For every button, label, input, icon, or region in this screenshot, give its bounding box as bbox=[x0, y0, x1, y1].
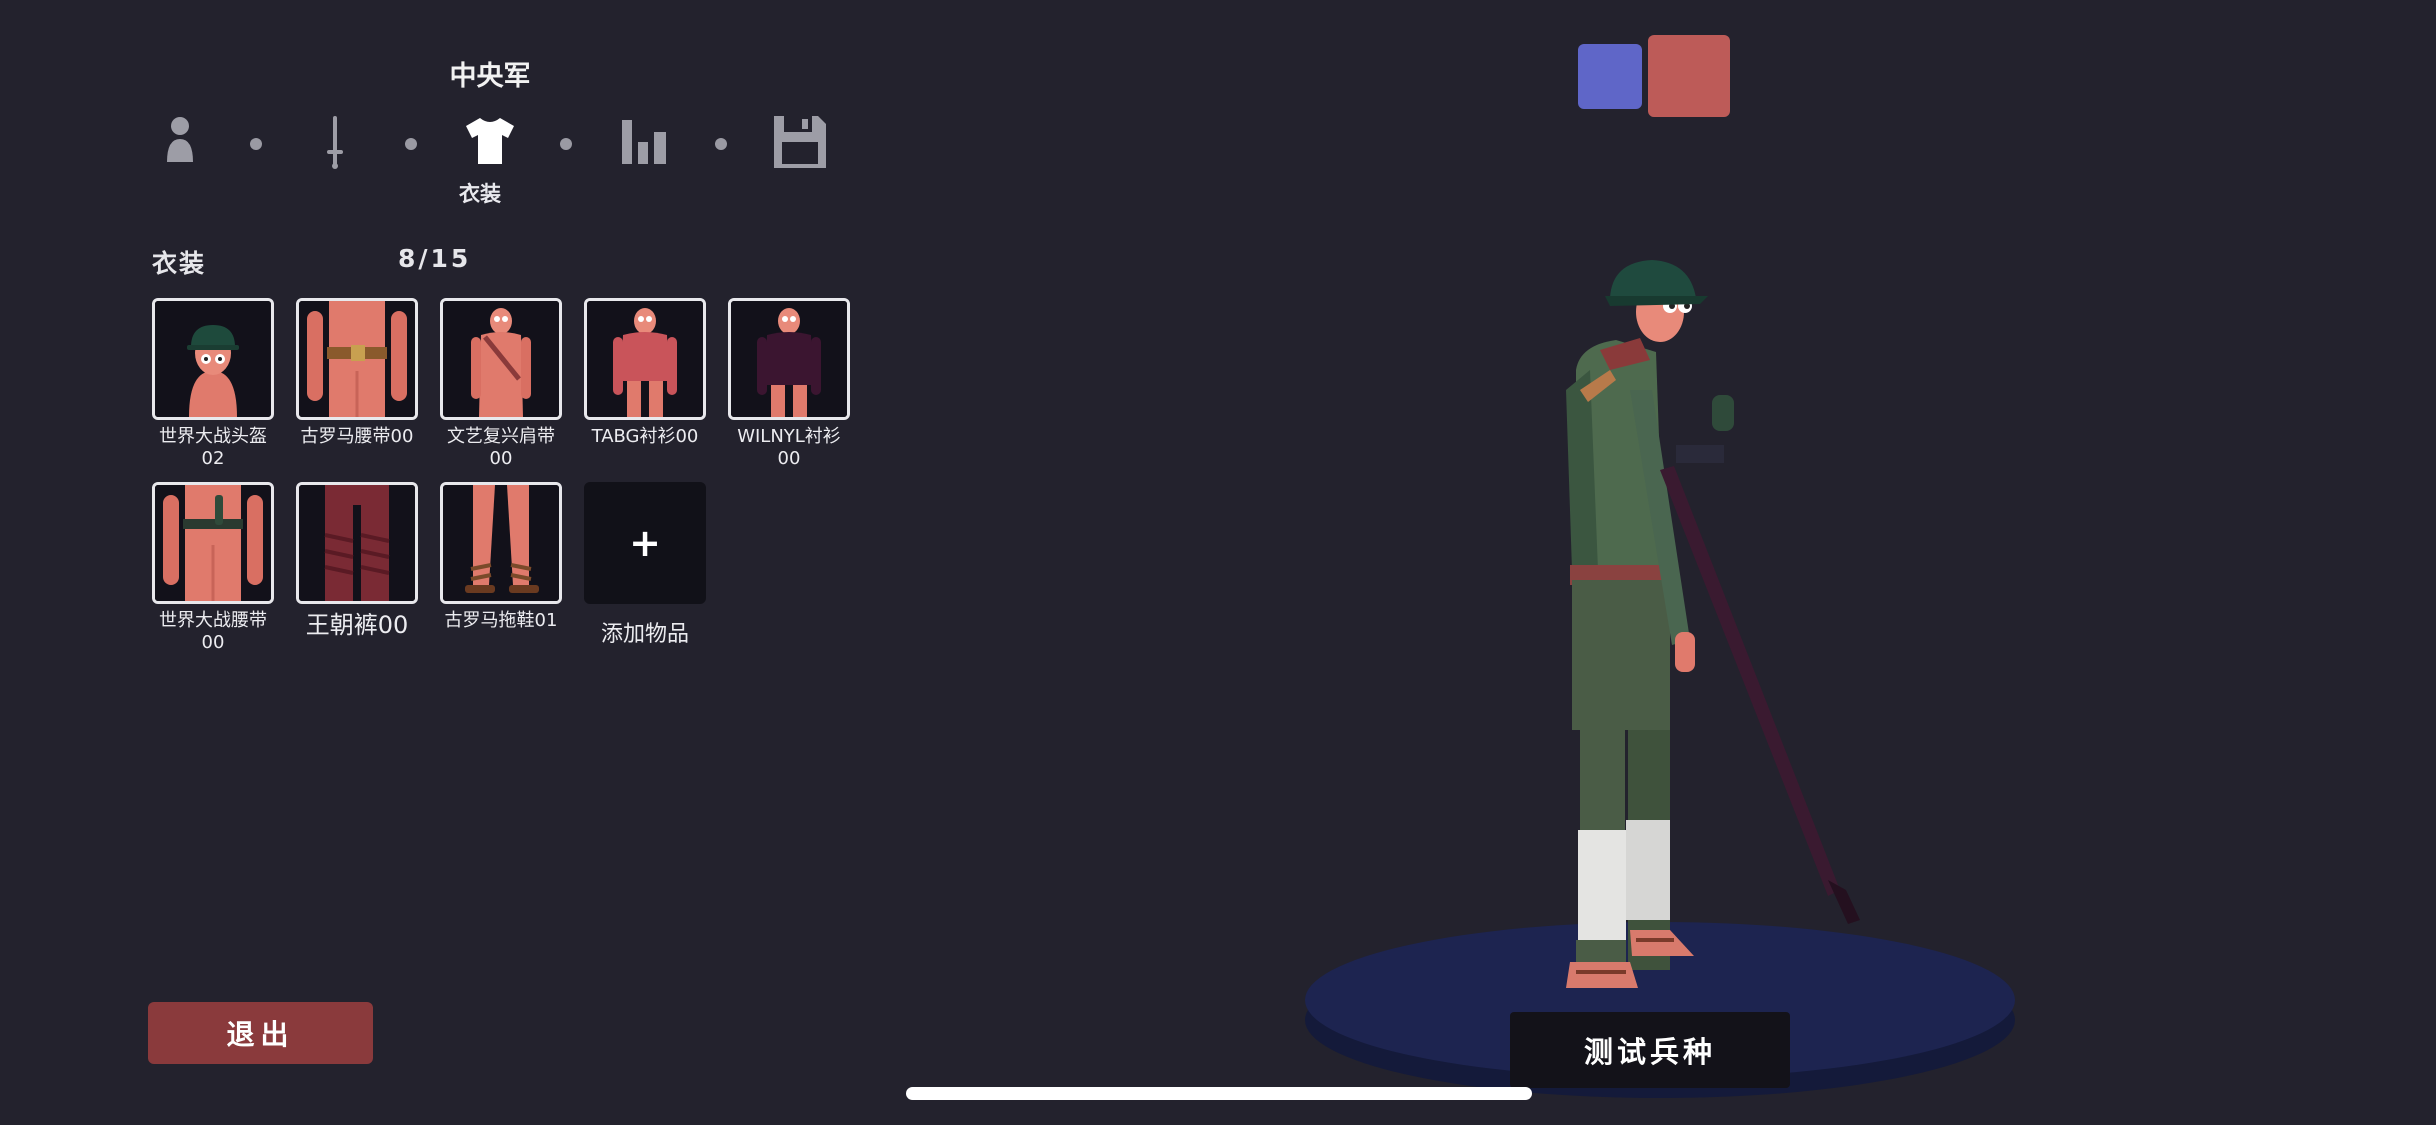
exit-button[interactable]: 退出 bbox=[148, 1002, 373, 1064]
clothing-item-label: 古罗马拖鞋01 bbox=[444, 610, 558, 631]
person-icon[interactable] bbox=[150, 112, 210, 172]
clothing-item-label: 王朝裤00 bbox=[305, 611, 409, 639]
clothing-item-label: 古罗马腰带00 bbox=[300, 426, 414, 447]
dark-shirt-item-icon[interactable] bbox=[728, 298, 850, 420]
shirt-icon[interactable] bbox=[460, 112, 520, 172]
clothing-item[interactable]: 文艺复兴肩带 00 bbox=[440, 298, 562, 470]
add-item-button[interactable]: + bbox=[584, 482, 706, 604]
team-red-button[interactable] bbox=[1648, 35, 1730, 117]
clothing-item[interactable]: 王朝裤00 bbox=[296, 482, 418, 640]
shirt-item-icon[interactable] bbox=[584, 298, 706, 420]
clothing-item[interactable]: TABG衬衫00 bbox=[584, 298, 706, 448]
clothing-item-label: 世界大战头盔 02 bbox=[159, 426, 267, 469]
save-icon[interactable] bbox=[770, 112, 830, 172]
clothing-item[interactable]: 世界大战头盔 02 bbox=[152, 298, 274, 470]
unit-creator-screen: 中央军 衣装 衣装 8/15 世界大战头盔 02 古罗马腰带00 文艺复兴肩带 … bbox=[0, 0, 2436, 1125]
unit-name-title: 中央军 bbox=[449, 61, 531, 92]
add-item-label: 添加物品 bbox=[600, 622, 689, 647]
clothing-count: 8/15 bbox=[398, 244, 472, 273]
clothing-item[interactable]: WILNYL衬衫 00 bbox=[728, 298, 850, 470]
clothing-section-title: 衣装 bbox=[152, 249, 207, 278]
sandals-item-icon[interactable] bbox=[440, 482, 562, 604]
clothing-item[interactable]: 古罗马腰带00 bbox=[296, 298, 418, 448]
step-separator-dot bbox=[560, 138, 572, 150]
step-separator-dot bbox=[250, 138, 262, 150]
team-blue-button[interactable] bbox=[1578, 44, 1642, 109]
belt-item-icon[interactable] bbox=[296, 298, 418, 420]
active-step-label: 衣装 bbox=[459, 182, 501, 206]
add-item-slot[interactable]: + 添加物品 bbox=[584, 482, 706, 648]
test-unit-button[interactable]: 测试兵种 bbox=[1510, 1012, 1790, 1088]
clothing-item-label: 世界大战腰带 00 bbox=[159, 610, 267, 653]
ww-belt-item-icon[interactable] bbox=[152, 482, 274, 604]
unit-preview[interactable] bbox=[1280, 240, 2020, 1125]
clothing-item-label: 文艺复兴肩带 00 bbox=[447, 426, 555, 469]
plus-icon: + bbox=[629, 521, 661, 565]
clothing-item[interactable]: 古罗马拖鞋01 bbox=[440, 482, 562, 632]
clothing-item-label: WILNYL衬衫 00 bbox=[737, 426, 841, 469]
home-indicator-bar[interactable] bbox=[906, 1087, 1532, 1100]
helmet-item-icon[interactable] bbox=[152, 298, 274, 420]
stats-icon[interactable] bbox=[615, 112, 675, 172]
step-separator-dot bbox=[405, 138, 417, 150]
step-separator-dot bbox=[715, 138, 727, 150]
creator-step-nav: 衣装 bbox=[150, 112, 850, 206]
shoulder-strap-item-icon[interactable] bbox=[440, 298, 562, 420]
clothing-item[interactable]: 世界大战腰带 00 bbox=[152, 482, 274, 654]
clothing-item-label: TABG衬衫00 bbox=[591, 426, 699, 447]
sword-icon[interactable] bbox=[305, 112, 365, 172]
pants-item-icon[interactable] bbox=[296, 482, 418, 604]
